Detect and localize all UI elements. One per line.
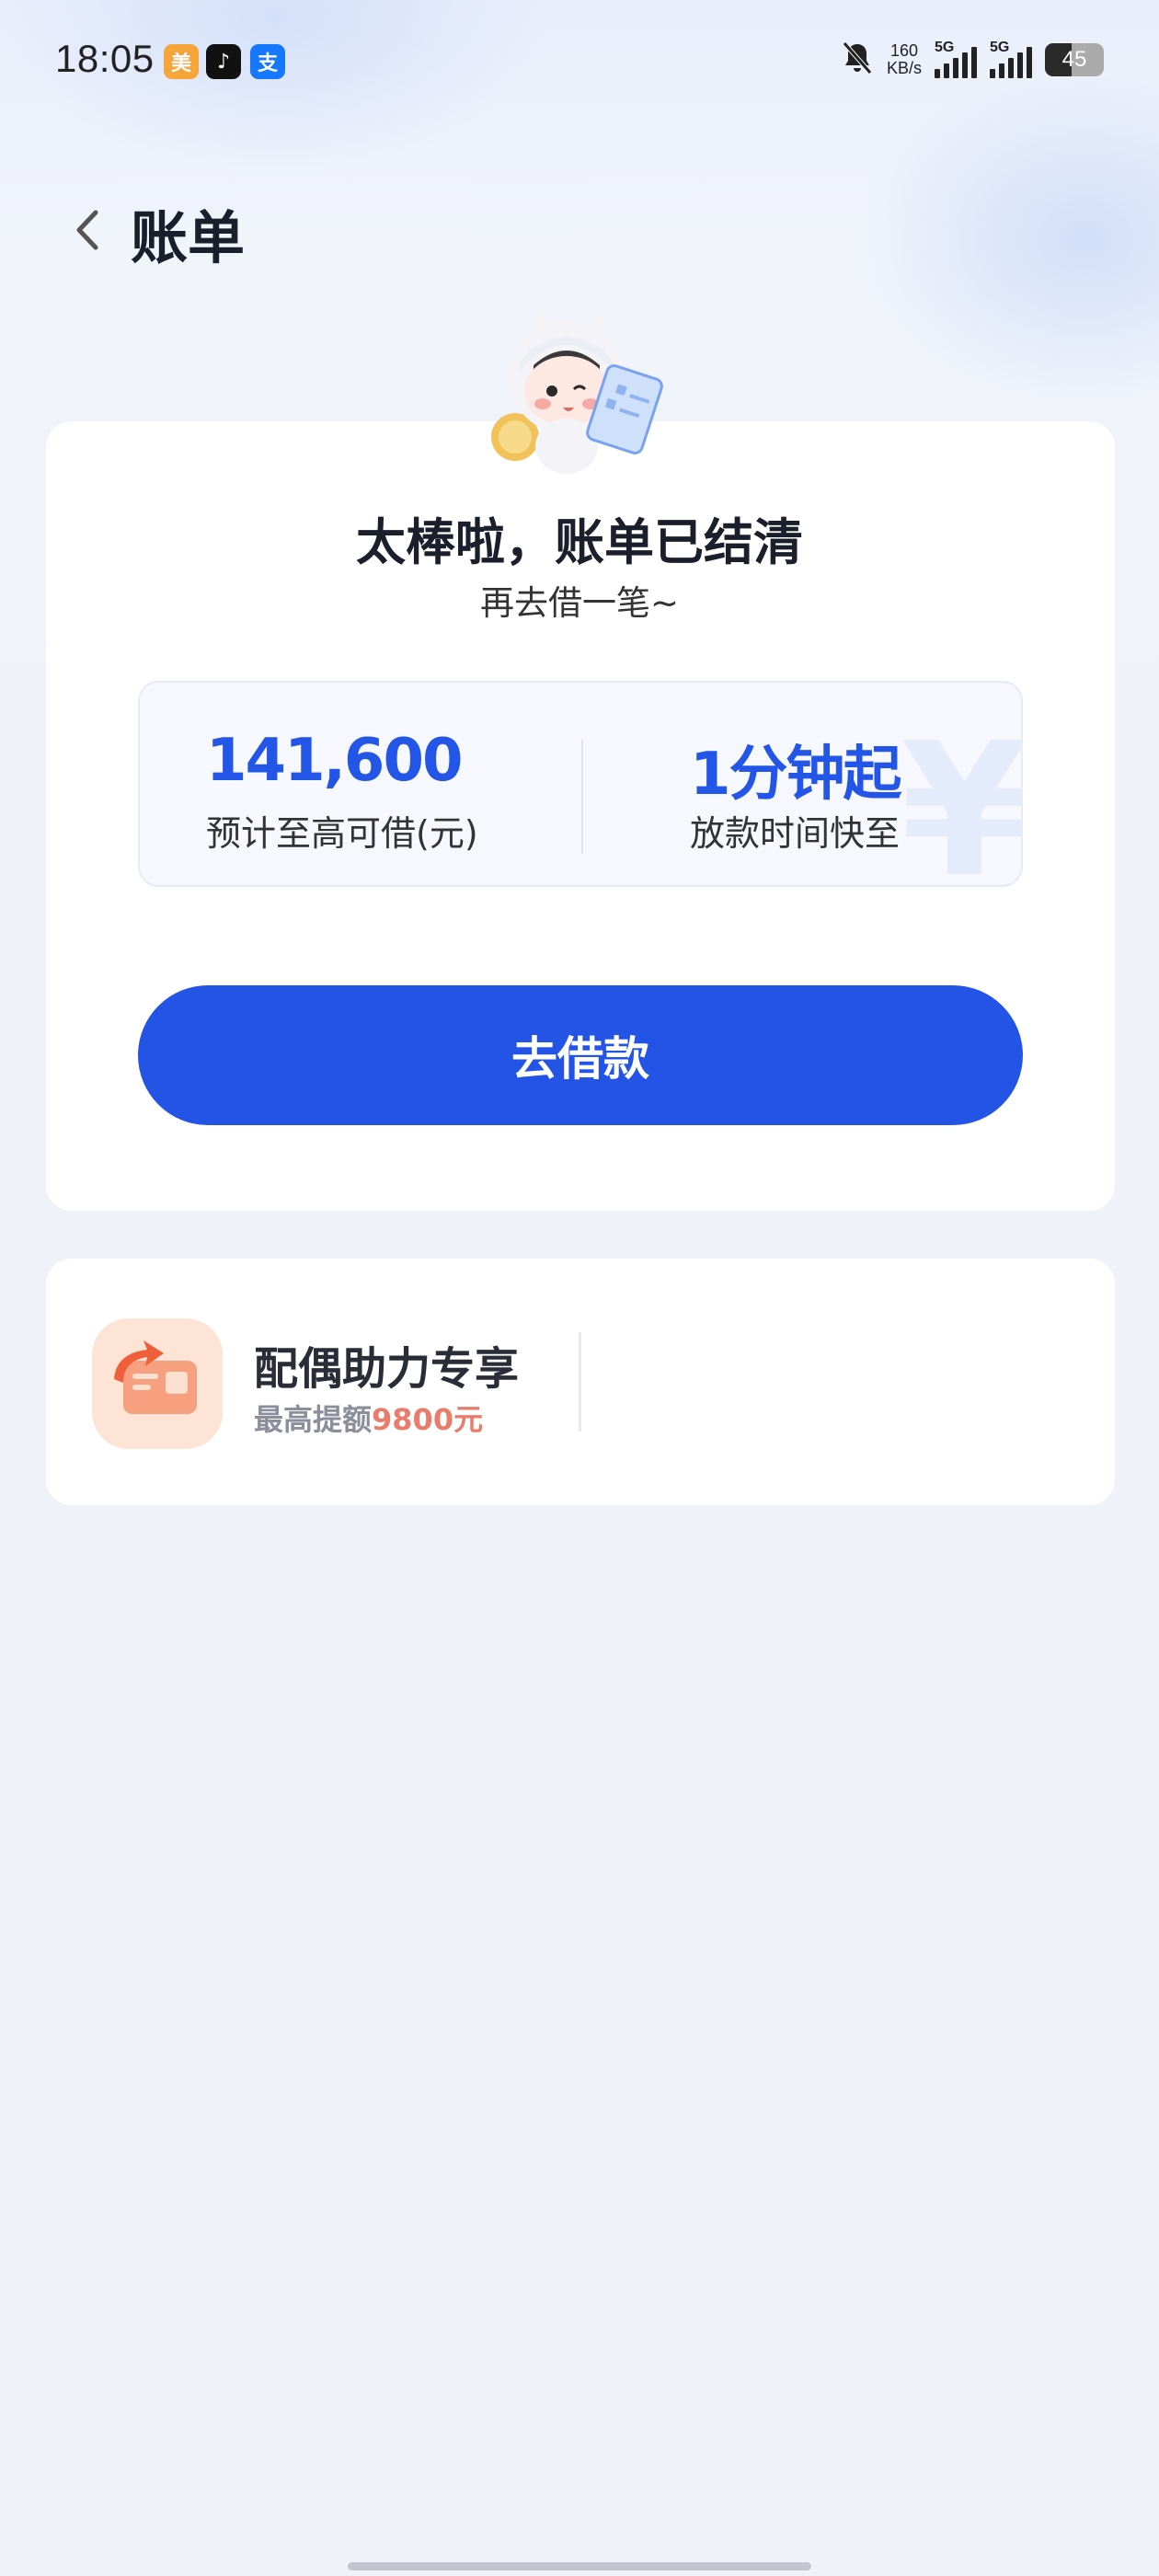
bell-muted-icon bbox=[841, 40, 874, 80]
loan-info-box: ¥ 141,600 预计至高可借(元) 1分钟起 放款时间快至 bbox=[138, 681, 1023, 887]
disbursement-time: 1分钟起 bbox=[690, 741, 902, 809]
battery-icon: 45 bbox=[1045, 43, 1104, 76]
settled-headline: 太棒啦，账单已结清 bbox=[356, 513, 803, 571]
settled-subline: 再去借一笔~ bbox=[479, 583, 679, 623]
disbursement-time-label: 放款时间快至 bbox=[690, 813, 901, 854]
status-time: 18:05 bbox=[55, 37, 155, 80]
chevron-left-icon bbox=[76, 210, 98, 250]
stats-divider bbox=[581, 740, 583, 854]
meituan-app-icon: 美 bbox=[164, 44, 199, 79]
promo-title: 配偶助力专享 bbox=[254, 1343, 520, 1395]
max-loan-label: 预计至高可借(元) bbox=[206, 813, 478, 854]
yen-watermark-icon: ¥ bbox=[900, 704, 1023, 887]
network-speed: 160 KB/s bbox=[886, 41, 922, 77]
promo-divider bbox=[579, 1332, 581, 1432]
spouse-boost-icon bbox=[92, 1318, 223, 1449]
promo-amount: 9800元 bbox=[372, 1402, 484, 1437]
signal-sim2-icon: 5G bbox=[990, 40, 1032, 78]
alipay-app-icon: 支 bbox=[250, 44, 285, 79]
mascot-illustration bbox=[491, 308, 663, 474]
max-loan-amount: 141,600 bbox=[206, 727, 463, 795]
home-indicator[interactable] bbox=[348, 2562, 811, 2570]
page-title: 账单 bbox=[131, 204, 246, 271]
borrow-button[interactable]: 去借款 bbox=[138, 985, 1023, 1125]
tiktok-app-icon: ♪ bbox=[206, 44, 241, 79]
spouse-boost-card[interactable]: 配偶助力专享 最高提额9800元 bbox=[46, 1259, 1115, 1505]
back-button[interactable] bbox=[55, 193, 120, 267]
signal-sim1-icon: 5G bbox=[935, 40, 977, 78]
status-bar: 18:05 美 ♪ 支 160 KB/s 5G 5G 45 bbox=[0, 0, 1159, 120]
promo-subtitle: 最高提额9800元 bbox=[254, 1402, 484, 1437]
